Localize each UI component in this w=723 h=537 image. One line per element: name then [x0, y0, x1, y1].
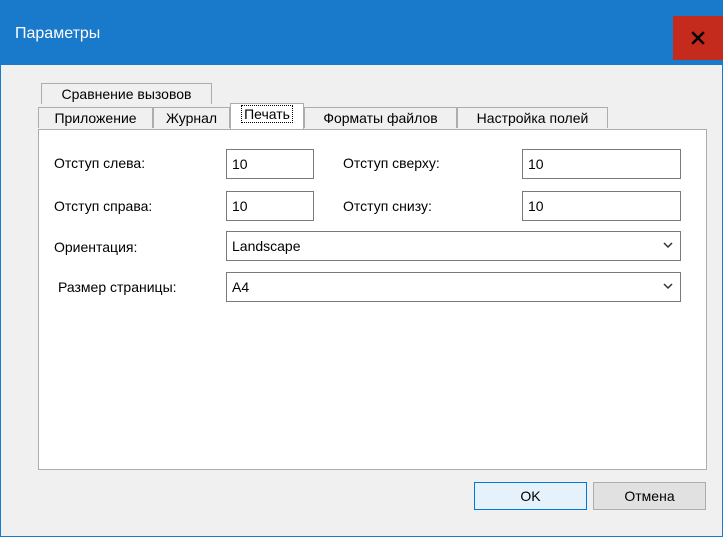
- orientation-select[interactable]: Landscape: [226, 231, 681, 261]
- margin-bottom-input[interactable]: 10: [522, 191, 681, 221]
- title-bar[interactable]: Параметры: [1, 1, 723, 65]
- page-size-select[interactable]: A4: [226, 272, 681, 302]
- cancel-button[interactable]: Отмена: [593, 482, 706, 510]
- margin-left-input[interactable]: 10: [226, 149, 314, 179]
- tab-label: Журнал: [165, 110, 218, 126]
- tab-call-comparison[interactable]: Сравнение вызовов: [41, 83, 212, 104]
- ok-button[interactable]: OK: [474, 482, 587, 510]
- margin-left-label: Отступ слева:: [54, 155, 146, 171]
- tab-label: Настройка полей: [476, 110, 589, 126]
- chevron-down-icon: [663, 283, 673, 290]
- margin-right-input[interactable]: 10: [226, 191, 314, 221]
- tab-field-settings[interactable]: Настройка полей: [457, 107, 608, 128]
- orientation-label: Ориентация:: [54, 239, 138, 255]
- tab-application[interactable]: Приложение: [38, 107, 153, 128]
- tab-file-formats[interactable]: Форматы файлов: [304, 107, 457, 128]
- tab-label: Печать: [241, 105, 293, 123]
- options-dialog: Параметры Сравнение вызовов Приложение Ж…: [0, 0, 723, 537]
- tab-log[interactable]: Журнал: [153, 107, 230, 128]
- tab-label: Сравнение вызовов: [61, 86, 192, 102]
- page-size-value: A4: [232, 279, 250, 295]
- tab-label: Приложение: [54, 110, 137, 126]
- margin-top-input[interactable]: 10: [522, 149, 681, 179]
- margin-bottom-label: Отступ снизу:: [343, 198, 432, 214]
- page-size-label: Размер страницы:: [58, 279, 177, 295]
- margin-right-label: Отступ справа:: [54, 198, 153, 214]
- window-title: Параметры: [15, 25, 101, 42]
- tab-print[interactable]: Печать: [230, 103, 304, 129]
- close-icon: [691, 31, 705, 45]
- tab-label: Форматы файлов: [323, 110, 438, 126]
- margin-top-label: Отступ сверху:: [343, 155, 440, 171]
- chevron-down-icon: [663, 242, 673, 249]
- orientation-value: Landscape: [232, 238, 301, 254]
- close-button[interactable]: [673, 16, 723, 60]
